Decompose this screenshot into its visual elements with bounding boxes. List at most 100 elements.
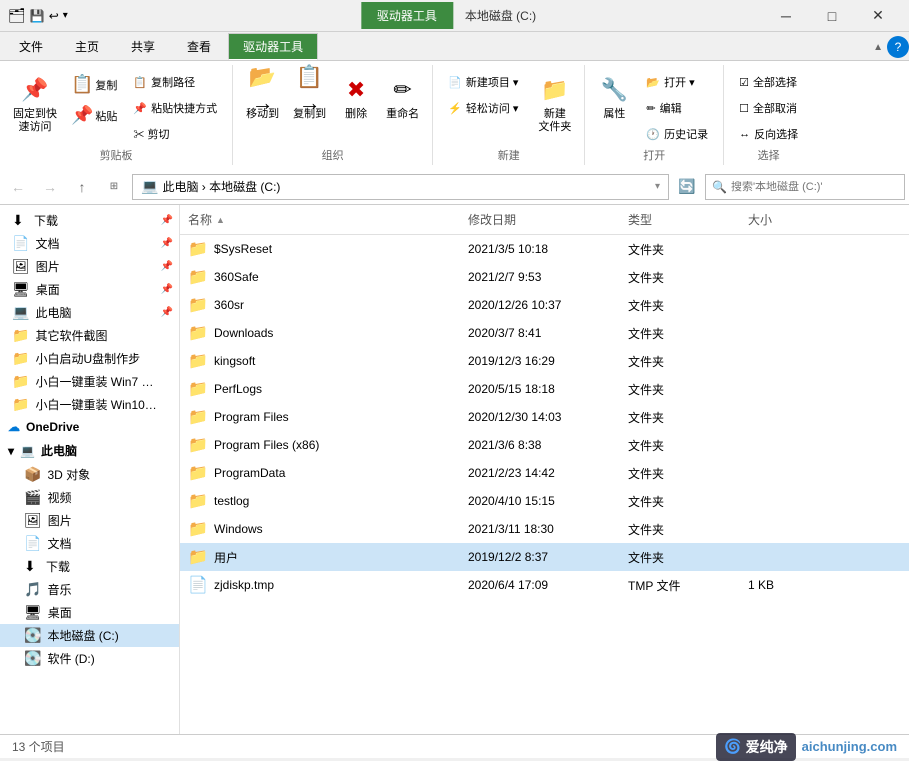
invert-selection-button[interactable]: ↔ 反向选择 [732, 123, 805, 145]
sidebar-onedrive[interactable]: ☁ OneDrive [0, 416, 179, 438]
paste-shortcut-button[interactable]: 📌 粘贴快捷方式 [126, 97, 224, 119]
minimize-button[interactable]: ─ [763, 0, 809, 32]
clipboard-content: 📌 固定到快速访问 📋 复制 📌 粘贴 📋 复制路径 [8, 67, 224, 145]
clipboard-extras: 📋 复制路径 📌 粘贴快捷方式 ✂ 剪切 [126, 71, 224, 145]
table-row[interactable]: 📁 Downloads 2020/3/7 8:41 文件夹 [180, 319, 909, 347]
table-row[interactable]: 📁 360sr 2020/12/26 10:37 文件夹 [180, 291, 909, 319]
copy-to-icon: 📋→ [294, 74, 326, 106]
tab-home[interactable]: 主页 [60, 33, 114, 60]
sidebar-item-3dobjects[interactable]: 📦 3D 对象 [0, 463, 179, 486]
sidebar-item-d-drive[interactable]: 💽 软件 (D:) [0, 647, 179, 670]
paste-button[interactable]: 📌 粘贴 [66, 102, 122, 129]
col-header-name[interactable]: 名称 ▲ [180, 209, 460, 230]
up-button[interactable]: ↑ [68, 173, 96, 201]
sidebar-item-documents-quick[interactable]: 📄 文档 📌 [0, 232, 179, 255]
title-bar: 🗂 💾 ↩ ▾ 驱动器工具 本地磁盘 (C:) ─ □ ✕ [0, 0, 909, 32]
open-button[interactable]: 📂 打开 ▾ [639, 71, 715, 93]
copy-path-icon: 📋 [133, 76, 147, 89]
forward-button[interactable]: → [36, 173, 64, 201]
tab-file[interactable]: 文件 [4, 33, 58, 60]
sidebar-item-desktop[interactable]: 🖥 桌面 [0, 601, 179, 624]
close-button[interactable]: ✕ [855, 0, 901, 32]
table-row[interactable]: 📁 ProgramData 2021/2/23 14:42 文件夹 [180, 459, 909, 487]
table-row[interactable]: 📁 Program Files (x86) 2021/3/6 8:38 文件夹 [180, 431, 909, 459]
tab-share[interactable]: 共享 [116, 33, 170, 60]
qat-undo[interactable]: ↩ [49, 9, 59, 23]
file-name: PerfLogs [214, 382, 262, 396]
watermark-url: aichunjing.com [802, 739, 897, 754]
copy-button[interactable]: 📋 复制 [66, 71, 122, 98]
file-type: 文件夹 [620, 463, 740, 484]
sidebar-item-downloads-quick[interactable]: ⬇ 下载 📌 [0, 209, 179, 232]
table-row[interactable]: 📁 Program Files 2020/12/30 14:03 文件夹 [180, 403, 909, 431]
sidebar-item-videos[interactable]: 🎬 视频 [0, 486, 179, 509]
cut-button[interactable]: ✂ 剪切 [126, 123, 224, 145]
col-header-date[interactable]: 修改日期 [460, 209, 620, 230]
delete-button[interactable]: ✖ 删除 [335, 71, 377, 124]
path-dropdown[interactable]: ▾ [655, 181, 660, 192]
table-row[interactable]: 📁 PerfLogs 2020/5/15 18:18 文件夹 [180, 375, 909, 403]
history-button[interactable]: 🕐 历史记录 [639, 123, 715, 145]
easy-access-button[interactable]: ⚡ 轻松访问 ▾ [441, 97, 525, 119]
folder-icon: 📁 [188, 351, 208, 371]
col-header-type[interactable]: 类型 [620, 209, 740, 230]
copy-to-button[interactable]: 📋→ 复制到 [288, 71, 331, 124]
refresh-button[interactable]: 🔄 [673, 173, 701, 201]
active-tab-title[interactable]: 驱动器工具 [361, 2, 453, 29]
sidebar-thispc[interactable]: ▾ 💻 此电脑 [0, 438, 179, 463]
table-row[interactable]: 📁 testlog 2020/4/10 15:15 文件夹 [180, 487, 909, 515]
sidebar-item-pictures[interactable]: 🖼 图片 [0, 509, 179, 532]
pin-icon: 📌 [161, 307, 173, 318]
table-row[interactable]: 📁 Windows 2021/3/11 18:30 文件夹 [180, 515, 909, 543]
new-item-button[interactable]: 📄 新建项目 ▾ [441, 71, 525, 93]
sidebar-item-thispc-quick[interactable]: 💻 此电脑 📌 [0, 301, 179, 324]
file-date: 2020/6/4 17:09 [460, 576, 620, 594]
qat-dropdown[interactable]: ▾ [63, 10, 68, 21]
table-row[interactable]: 📁 kingsoft 2019/12/3 16:29 文件夹 [180, 347, 909, 375]
sidebar-item-screenshots[interactable]: 📁 其它软件截图 [0, 324, 179, 347]
properties-button[interactable]: 🔧 属性 [593, 71, 635, 124]
sidebar-item-win7[interactable]: 📁 小白一键重装 Win7 … [0, 370, 179, 393]
table-row[interactable]: 📁 360Safe 2021/2/7 9:53 文件夹 [180, 263, 909, 291]
file-name: 360Safe [214, 270, 259, 284]
select-all-button[interactable]: ☑ 全部选择 [732, 71, 805, 93]
folder-icon: 📁 [188, 295, 208, 315]
search-input[interactable] [731, 181, 898, 193]
sidebar-item-win10[interactable]: 📁 小白一键重装 Win10… [0, 393, 179, 416]
pin-to-access-button[interactable]: 📌 固定到快速访问 [8, 71, 62, 137]
select-none-button[interactable]: ☐ 全部取消 [732, 97, 805, 119]
collapse-ribbon[interactable]: ▲ [873, 42, 883, 53]
search-box[interactable]: 🔍 [705, 174, 905, 200]
title-text: 本地磁盘 (C:) [453, 2, 548, 29]
help-button[interactable]: ? [887, 36, 909, 58]
thispc-expand-icon: ▾ [8, 444, 14, 458]
edit-button[interactable]: ✏ 编辑 [639, 97, 715, 119]
file-name: kingsoft [214, 354, 255, 368]
recent-locations-button[interactable]: ⊞ [100, 173, 128, 201]
table-row[interactable]: 📄 zjdiskp.tmp 2020/6/4 17:09 TMP 文件 1 KB [180, 571, 909, 599]
tab-view[interactable]: 查看 [172, 33, 226, 60]
sidebar-item-documents[interactable]: 📄 文档 [0, 532, 179, 555]
address-path[interactable]: 💻 此电脑 › 本地磁盘 (C:) ▾ [132, 174, 669, 200]
table-row[interactable]: 📁 用户 2019/12/2 8:37 文件夹 [180, 543, 909, 571]
sidebar-item-desktop-quick[interactable]: 🖥 桌面 📌 [0, 278, 179, 301]
sidebar-item-music[interactable]: 🎵 音乐 [0, 578, 179, 601]
open-label: 打开 [643, 145, 665, 163]
back-button[interactable]: ← [4, 173, 32, 201]
sidebar-item-downloads[interactable]: ⬇ 下载 [0, 555, 179, 578]
rename-button[interactable]: ✏ 重命名 [381, 71, 424, 124]
folder-icon: 📁 [12, 327, 29, 344]
sidebar-item-pictures-quick[interactable]: 🖼 图片 📌 [0, 255, 179, 278]
new-folder-button[interactable]: 📁 新建文件夹 [533, 71, 576, 137]
qat-save[interactable]: 💾 [30, 9, 45, 23]
organize-label: 组织 [322, 145, 344, 163]
move-to-button[interactable]: 📂→ 移动到 [241, 71, 284, 124]
copy-path-button[interactable]: 📋 复制路径 [126, 71, 224, 93]
sidebar-item-c-drive[interactable]: 💽 本地磁盘 (C:) [0, 624, 179, 647]
tab-drive-tools[interactable]: 驱动器工具 [228, 33, 318, 60]
table-row[interactable]: 📁 $SysReset 2021/3/5 10:18 文件夹 [180, 235, 909, 263]
file-name: 360sr [214, 298, 244, 312]
sidebar-item-usb[interactable]: 📁 小白启动U盘制作步 [0, 347, 179, 370]
maximize-button[interactable]: □ [809, 0, 855, 32]
col-header-size[interactable]: 大小 [740, 209, 820, 230]
